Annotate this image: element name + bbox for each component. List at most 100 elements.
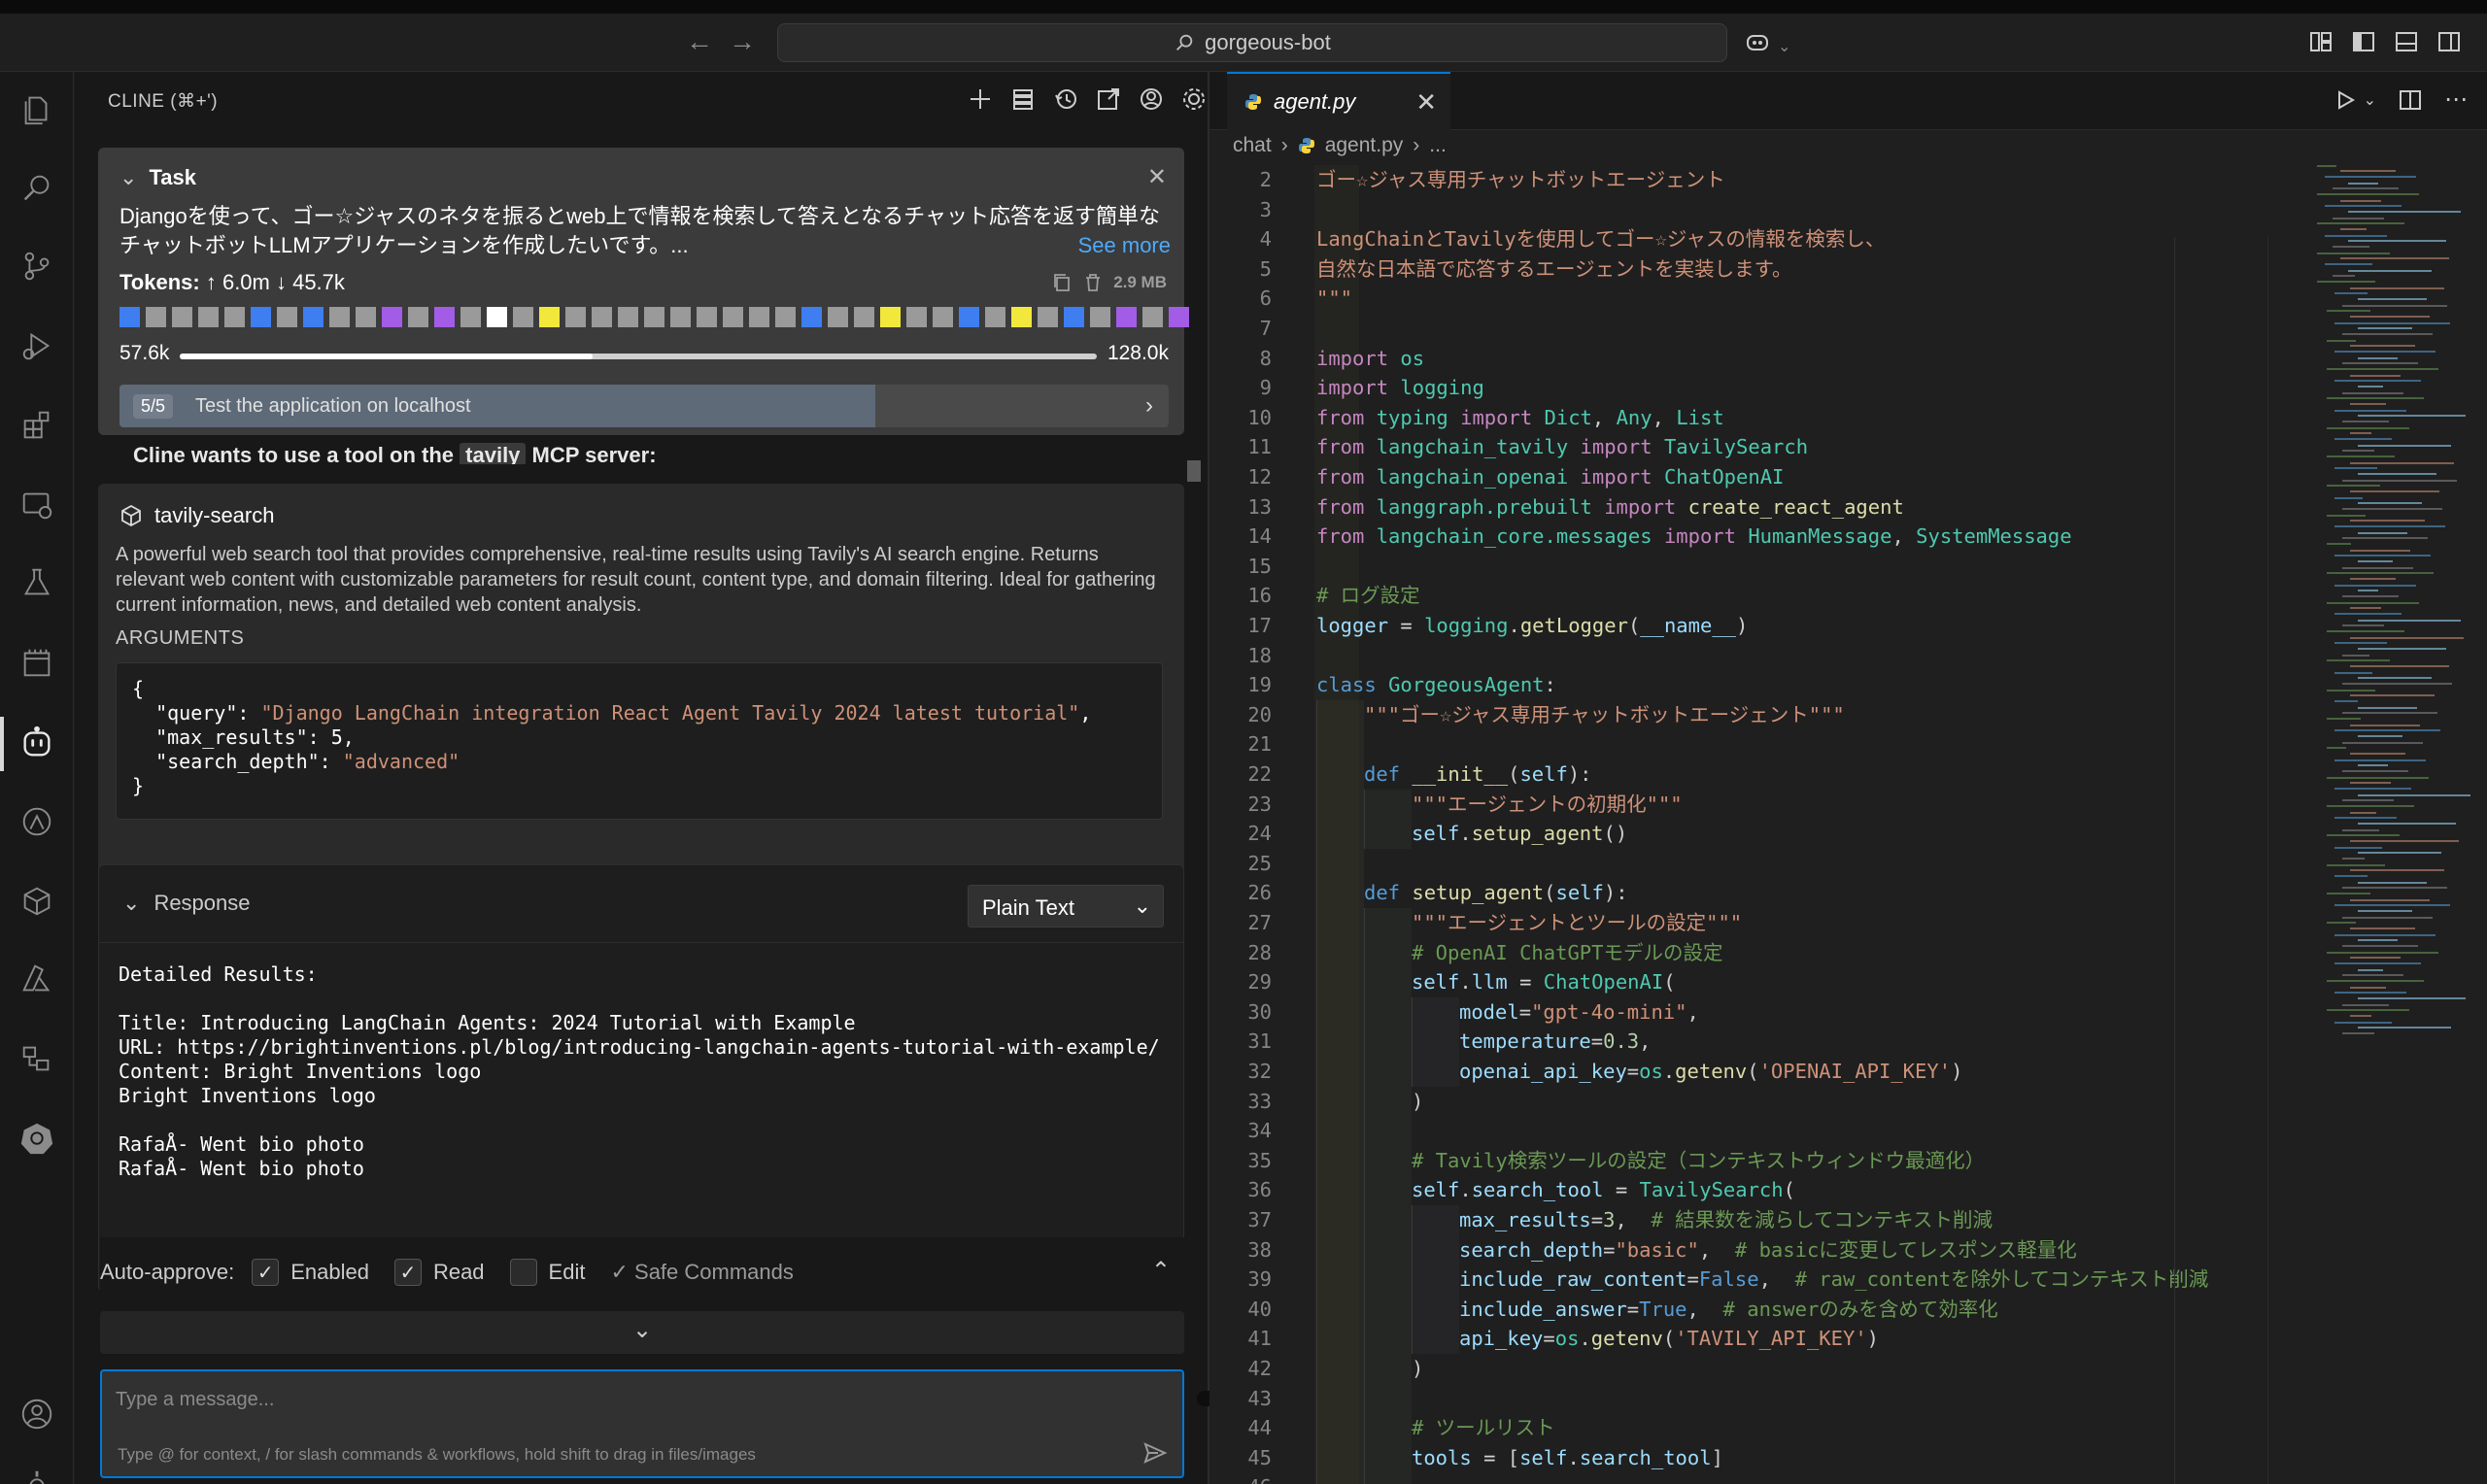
minimap-line xyxy=(2342,1032,2374,1034)
line-number: 41 xyxy=(1247,1327,1272,1351)
line-number: 19 xyxy=(1247,673,1272,697)
popout-icon[interactable] xyxy=(1095,85,1122,113)
tool-card: tavily-search A powerful web search tool… xyxy=(98,484,1184,903)
accounts-icon[interactable] xyxy=(17,1395,56,1433)
code-text: openai_api_key=os.getenv('OPENAI_API_KEY… xyxy=(1459,1060,1963,1083)
code-text: include_raw_content=False, # raw_content… xyxy=(1459,1267,2209,1292)
source-control-icon[interactable] xyxy=(17,247,56,286)
minimap-line xyxy=(2317,193,2419,195)
remote-explorer-icon[interactable] xyxy=(17,486,56,524)
minimap-line xyxy=(2350,345,2415,347)
code-text: from typing import Dict, Any, List xyxy=(1316,405,1724,429)
breadcrumb-item[interactable]: agent.py xyxy=(1325,134,1404,157)
split-editor-icon[interactable] xyxy=(2398,87,2423,113)
new-task-plus-icon[interactable] xyxy=(967,85,994,113)
context-window-row: 57.6k 128.0k xyxy=(119,342,1169,371)
expand-chevron-bar[interactable]: ⌄ xyxy=(100,1311,1184,1354)
enabled-checkbox[interactable]: ✓ Enabled xyxy=(252,1259,369,1286)
testing-icon[interactable] xyxy=(17,563,56,602)
run-chevron-down-icon[interactable]: ⌄ xyxy=(2364,90,2376,110)
mcp-servers-icon[interactable] xyxy=(1009,85,1037,113)
toggle-panel-icon[interactable] xyxy=(2394,29,2419,54)
cline-icon[interactable] xyxy=(17,723,56,761)
toggle-secondary-sidebar-icon[interactable] xyxy=(2436,29,2462,54)
trash-icon[interactable] xyxy=(1082,272,1104,293)
indent-guide xyxy=(1364,1116,1412,1146)
chevron-right-icon[interactable]: › xyxy=(1145,392,1153,420)
minimap-line xyxy=(2350,607,2381,609)
copilot-chevron-down-icon[interactable]: ⌄ xyxy=(1778,33,1790,62)
indent-guide xyxy=(1364,937,1412,968)
account-icon[interactable] xyxy=(1138,85,1165,113)
code-line: 13 from langgraph.prebuilt import create_… xyxy=(1209,492,2487,523)
minimap-line xyxy=(2358,852,2441,854)
code-text: from langgraph.prebuilt import create_re… xyxy=(1316,494,1904,519)
chevron-down-icon[interactable]: ⌄ xyxy=(119,165,137,190)
task-panel: ⌄ Task ✕ Djangoを使って、ゴー☆ジャスのネタを振るとweb上で情報… xyxy=(98,148,1189,435)
checkmark-icon[interactable]: ✓ xyxy=(252,1259,280,1286)
run-python-icon[interactable] xyxy=(2333,87,2358,113)
minimap-line xyxy=(2327,777,2429,779)
minimap-line xyxy=(2342,917,2433,919)
copy-icon[interactable] xyxy=(1051,272,1073,293)
task-progress-step[interactable]: 5/5 Test the application on localhost › xyxy=(119,385,1169,427)
containers-icon[interactable] xyxy=(17,882,56,921)
minimap-line xyxy=(2340,170,2396,172)
database-icon[interactable] xyxy=(17,1039,56,1078)
copilot-icon[interactable] xyxy=(1745,29,1770,54)
run-debug-icon[interactable] xyxy=(17,326,56,365)
minimap-line xyxy=(2327,690,2375,691)
checkmark-icon[interactable]: ✓ xyxy=(393,1259,422,1286)
response-title-row[interactable]: ⌄ Response xyxy=(122,891,251,916)
tab-agent-py[interactable]: agent.py ✕ xyxy=(1227,72,1450,130)
code-editor[interactable]: 2 ゴー☆ジャス専用チャットボットエージェント 3 4 LangChainとTavily… xyxy=(1209,165,2487,1484)
task-header[interactable]: ⌄ Task xyxy=(119,165,196,190)
minimap[interactable] xyxy=(2317,165,2487,1136)
toggle-primary-sidebar-icon[interactable] xyxy=(2351,29,2376,54)
minimap-line xyxy=(2333,275,2355,277)
azure-icon[interactable] xyxy=(17,960,56,998)
code-line: 39 include_raw_content=False, # raw_conte… xyxy=(1209,1265,2487,1295)
settings-gear-icon[interactable] xyxy=(1180,85,1208,113)
chat-scrollbar-thumb[interactable] xyxy=(1187,460,1201,482)
extensions-icon[interactable] xyxy=(17,406,56,445)
command-center-search[interactable]: gorgeous-bot xyxy=(777,23,1727,62)
chevron-up-icon[interactable]: ⌃ xyxy=(1151,1257,1171,1285)
chevron-down-icon[interactable]: ⌄ xyxy=(632,1317,652,1343)
manage-gear-icon[interactable] xyxy=(17,1467,56,1484)
forward-arrow-icon[interactable]: → xyxy=(729,27,756,56)
chat-input-box[interactable]: Type @ for context, / for slash commands… xyxy=(100,1369,1184,1478)
line-number: 31 xyxy=(1247,1029,1272,1054)
minimap-line xyxy=(2334,467,2377,469)
gitlens-icon[interactable] xyxy=(17,802,56,841)
search-icon[interactable] xyxy=(17,169,56,208)
empty-checkbox-icon[interactable] xyxy=(509,1259,537,1286)
minimap-line xyxy=(2358,473,2436,475)
close-task-icon[interactable]: ✕ xyxy=(1147,163,1167,191)
minimap-line xyxy=(2333,246,2369,248)
response-header[interactable]: ⌄ Response Plain Text ⌄ xyxy=(99,865,1183,943)
see-more-link[interactable]: See more xyxy=(1078,233,1171,258)
arguments-code: { "query": "Django LangChain integration… xyxy=(116,662,1163,820)
edit-checkbox[interactable]: Edit xyxy=(509,1259,585,1286)
customize-layout-icon[interactable] xyxy=(2308,29,2334,54)
history-icon[interactable] xyxy=(1052,85,1079,113)
code-line: 20 """ゴー☆ジャス専用チャットボットエージェント""" xyxy=(1209,699,2487,730)
project-manager-icon[interactable] xyxy=(17,643,56,682)
breadcrumb-item[interactable]: chat xyxy=(1233,134,1272,157)
read-checkbox[interactable]: ✓ Read xyxy=(393,1259,485,1286)
more-actions-icon[interactable]: ⋯ xyxy=(2444,85,2468,114)
close-tab-icon[interactable]: ✕ xyxy=(1415,87,1437,118)
message-input[interactable] xyxy=(116,1385,1145,1414)
explorer-icon[interactable] xyxy=(17,89,56,128)
line-number: 15 xyxy=(1247,554,1272,578)
kubernetes-icon[interactable] xyxy=(17,1119,56,1158)
back-arrow-icon[interactable]: ← xyxy=(686,27,713,56)
breadcrumb-item[interactable]: ... xyxy=(1429,134,1447,157)
chevron-down-icon[interactable]: ⌄ xyxy=(122,891,140,916)
minimap-line xyxy=(2342,392,2403,394)
send-icon[interactable] xyxy=(1141,1439,1169,1467)
response-format-select[interactable]: Plain Text ⌄ xyxy=(968,885,1164,928)
indent-guide xyxy=(1364,1145,1412,1176)
safe-commands-label[interactable]: ✓ Safe Commands xyxy=(610,1260,793,1285)
